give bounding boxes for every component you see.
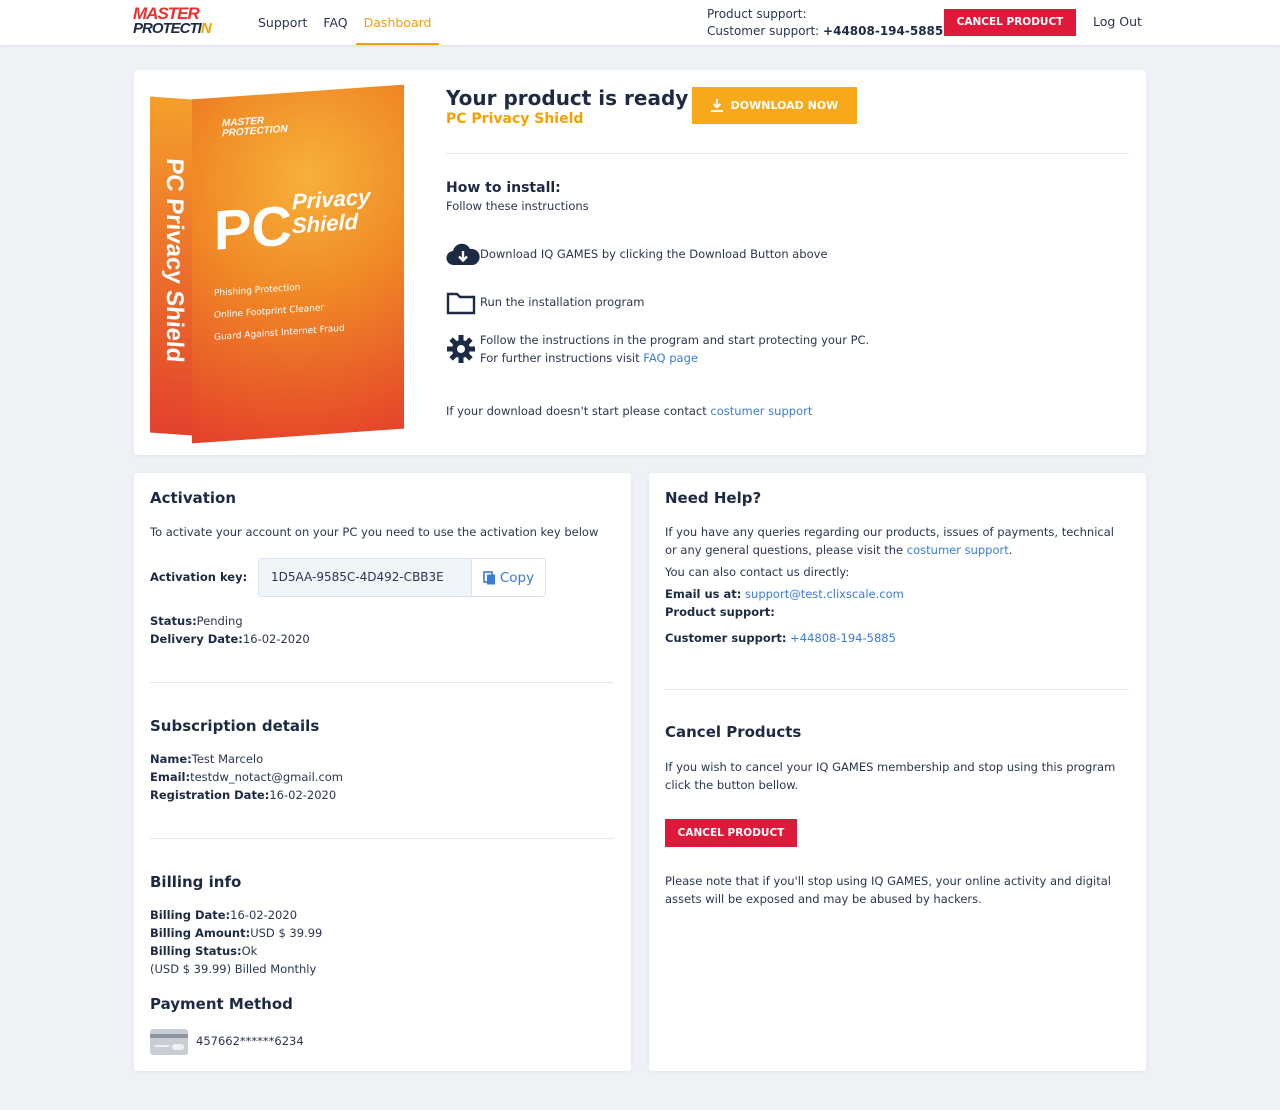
activation-status: Status:Pending [150, 614, 243, 628]
box-features: Phishing Protection Online Footprint Cle… [214, 282, 345, 343]
subscription-title: Subscription details [150, 717, 320, 735]
nav-support[interactable]: Support [250, 0, 315, 45]
help-email: Email us at: support@test.clixscale.com [665, 587, 904, 601]
divider [665, 689, 1129, 690]
cancel-desc-line2: click the button bellow. [665, 778, 799, 792]
payment-method-title: Payment Method [150, 995, 293, 1013]
install-step-follow: Follow the instructions in the program a… [446, 331, 869, 367]
customer-support-phone[interactable]: +44808-194-5885 [823, 24, 943, 38]
registration-date: Registration Date:16-02-2020 [150, 788, 337, 802]
box-product-name: Privacy Shield [292, 183, 371, 239]
nav-dashboard[interactable]: Dashboard [355, 0, 440, 45]
product-box-image: PC Privacy Shield MASTER PROTECTION PC Pr… [150, 84, 405, 444]
nav-faq[interactable]: FAQ [315, 0, 355, 45]
master-protection-logo[interactable]: MASTER PROTECTIN [133, 5, 223, 40]
header-support-info: Product support: Customer support: +4480… [707, 6, 943, 40]
activation-desc: To activate your account on your PC you … [150, 525, 599, 539]
subscription-email: Email:testdw_notact@gmail.com [150, 770, 344, 784]
card-number: 457662******6234 [196, 1034, 304, 1048]
product-name: PC Privacy Shield [446, 111, 584, 127]
activation-key-label: Activation key: [150, 570, 248, 584]
divider [150, 838, 614, 839]
billing-title: Billing info [150, 873, 242, 891]
how-to-install-subtitle: Follow these instructions [446, 199, 589, 213]
costumer-support-link[interactable]: costumer support [710, 404, 812, 418]
how-to-install-title: How to install: [446, 180, 561, 196]
copy-icon [483, 570, 495, 584]
support-email-link[interactable]: support@test.clixscale.com [745, 587, 904, 601]
divider [446, 153, 1129, 154]
billing-amount: Billing Amount:USD $ 39.99 [150, 926, 323, 940]
account-card: Activation To activate your account on y… [134, 473, 631, 1071]
gear-icon [446, 331, 480, 367]
download-icon [710, 99, 723, 112]
activation-key-box: 1D5AA-9585C-4D492-CBB3E Copy [258, 558, 546, 597]
billing-recurring: (USD $ 39.99) Billed Monthly [150, 962, 317, 976]
product-ready-card: PC Privacy Shield MASTER PROTECTION PC Pr… [134, 70, 1146, 455]
activation-key-value[interactable]: 1D5AA-9585C-4D492-CBB3E [259, 559, 472, 596]
subscription-name: Name:Test Marcelo [150, 752, 264, 766]
need-help-title: Need Help? [665, 489, 762, 507]
logout-link[interactable]: Log Out [1093, 14, 1142, 29]
cancel-desc-line1: If you wish to cancel your IQ GAMES memb… [665, 760, 1116, 774]
header-cancel-product-button[interactable]: CANCEL PRODUCT [944, 9, 1076, 36]
cancel-product-button[interactable]: CANCEL PRODUCT [665, 819, 797, 847]
box-pc-text: PC [214, 193, 292, 262]
install-step-run: Run the installation program [446, 288, 644, 318]
cloud-download-icon [446, 240, 480, 270]
help-line1: If you have any queries regarding our pr… [665, 525, 1114, 539]
box-logo: MASTER PROTECTION [222, 115, 288, 140]
customer-support-label: Customer support: [707, 24, 820, 38]
billing-date: Billing Date:16-02-2020 [150, 908, 298, 922]
help-product-support: Product support: [665, 605, 775, 619]
customer-support-phone-link[interactable]: +44808-194-5885 [790, 631, 896, 645]
credit-card-icon [150, 1029, 188, 1055]
download-now-button[interactable]: DOWNLOAD NOW [692, 87, 857, 124]
faq-page-link[interactable]: FAQ page [643, 351, 698, 365]
folder-icon [446, 288, 480, 318]
delivery-date: Delivery Date:16-02-2020 [150, 632, 310, 646]
cancel-products-title: Cancel Products [665, 723, 802, 741]
install-step-download: Download IQ GAMES by clicking the Downlo… [446, 240, 828, 270]
help-line3: You can also contact us directly: [665, 565, 850, 579]
download-help-text: If your download doesn't start please co… [446, 404, 813, 418]
help-card: Need Help? If you have any queries regar… [649, 473, 1146, 1071]
main-nav: Support FAQ Dashboard [250, 0, 440, 45]
help-costumer-support-link[interactable]: costumer support [907, 543, 1009, 557]
help-line2: or any general questions, please visit t… [665, 543, 1013, 557]
divider [150, 682, 614, 683]
cancel-note-line1: Please note that if you'll stop using IQ… [665, 874, 1111, 888]
help-customer-support: Customer support: +44808-194-5885 [665, 631, 896, 645]
copy-button[interactable]: Copy [472, 559, 545, 596]
top-header: MASTER PROTECTIN Support FAQ Dashboard P… [0, 0, 1280, 45]
product-support-label: Product support: [707, 7, 807, 21]
box-side-text: PC Privacy Shield [161, 157, 188, 364]
cancel-note-line2: assets will be exposed and may be abused… [665, 892, 982, 906]
product-ready-title: Your product is ready [446, 86, 689, 110]
activation-title: Activation [150, 489, 237, 507]
billing-status: Billing Status:Ok [150, 944, 258, 958]
